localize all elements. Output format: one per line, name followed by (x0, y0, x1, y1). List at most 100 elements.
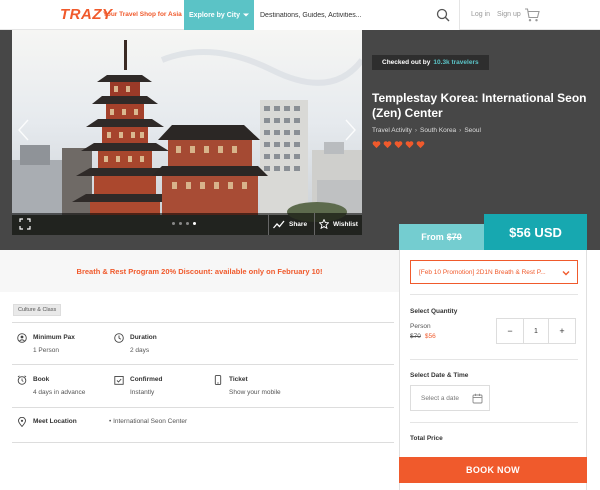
person-new-price: $56 (424, 333, 436, 340)
detail-book: Book 4 days in advance (17, 375, 107, 400)
heart-icon (383, 141, 392, 149)
meet-location-value: • International Seon Center (109, 418, 188, 425)
carousel-prev-arrow-icon[interactable] (16, 118, 32, 142)
divider (410, 294, 578, 295)
temple-photo (12, 40, 362, 235)
from-price-tab: From $70 (399, 224, 484, 250)
divider (12, 442, 394, 443)
carousel-dot[interactable] (186, 222, 189, 225)
quantity-stepper: − 1 + (496, 318, 576, 344)
product-details: Breath & Rest Program 20% Discount: avai… (0, 250, 399, 490)
carousel-dots (172, 222, 196, 225)
heart-icon (394, 141, 403, 149)
category-tag[interactable]: Culture & Class (13, 304, 62, 316)
person-price: $70 $56 (410, 333, 436, 340)
caret-down-icon (242, 13, 249, 17)
date-picker-input[interactable]: Select a date (410, 385, 490, 411)
breadcrumb-category[interactable]: Travel Activity (372, 127, 412, 134)
selected-option: [Feb 10 Promotion] 2D1N Breath & Rest P.… (419, 268, 546, 276)
date-placeholder: Select a date (421, 394, 459, 402)
confirmed-value: Instantly (130, 389, 155, 396)
option-select[interactable]: [Feb 10 Promotion] 2D1N Breath & Rest P.… (410, 260, 578, 284)
quantity-label: Select Quantity (410, 308, 458, 315)
share-label: Share (289, 220, 308, 228)
min-pax-label: Minimum Pax (33, 334, 75, 341)
detail-meet-location: Meet Location • International Seon Cente… (17, 417, 217, 431)
breadcrumb-country[interactable]: South Korea (420, 127, 456, 134)
original-price: $70 (446, 232, 462, 242)
chevron-down-icon (562, 271, 570, 276)
quantity-value[interactable]: 1 (523, 319, 549, 343)
ticket-label: Ticket (229, 376, 248, 383)
mobile-phone-icon (214, 375, 222, 385)
carousel-dot[interactable] (179, 222, 182, 225)
wishlist-label: Wishlist (333, 220, 358, 228)
from-label: From (421, 232, 444, 242)
confirmed-label: Confirmed (130, 376, 163, 383)
top-header: TRAZY Your Travel Shop for Asia Explore … (0, 0, 600, 30)
divider (410, 422, 578, 423)
carousel-next-arrow-icon[interactable] (342, 118, 358, 142)
share-trend-icon (273, 220, 285, 228)
heart-icon (405, 141, 414, 149)
hero-image-carousel[interactable]: Share Wishlist (12, 30, 362, 235)
signup-link[interactable]: Sign up (497, 11, 521, 18)
explore-by-city-button[interactable]: Explore by City (184, 0, 254, 30)
booking-panel: [Feb 10 Promotion] 2D1N Breath & Rest P.… (399, 250, 587, 490)
divider (12, 364, 394, 365)
carousel-dot[interactable] (172, 222, 175, 225)
book-value: 4 days in advance (33, 389, 86, 396)
traveler-count: 10.3k travelers (433, 59, 479, 66)
breadcrumb-city[interactable]: Seoul (464, 127, 481, 134)
share-button[interactable]: Share (268, 213, 314, 235)
promo-banner: Breath & Rest Program 20% Discount: avai… (0, 250, 399, 292)
logo-tagline: Your Travel Shop for Asia (103, 11, 182, 18)
total-price-label: Total Price (410, 435, 443, 442)
carousel-dot-active[interactable] (193, 222, 196, 225)
login-link[interactable]: Log in (471, 11, 490, 18)
breadcrumb-separator-icon: › (414, 127, 418, 134)
wishlist-button[interactable]: Wishlist (314, 213, 362, 235)
date-time-label: Select Date & Time (410, 372, 469, 379)
divider (410, 359, 578, 360)
search-icon[interactable] (436, 8, 450, 22)
location-pin-icon (18, 417, 26, 427)
divider (12, 322, 394, 323)
breadcrumb-separator-icon: › (459, 127, 462, 134)
breadcrumb: Travel Activity › South Korea › Seoul (372, 127, 481, 134)
heart-icon (372, 141, 381, 149)
increase-quantity-button[interactable]: + (549, 319, 575, 343)
calendar-icon (472, 393, 483, 404)
person-label: Person (410, 323, 431, 330)
book-now-button[interactable]: BOOK NOW (399, 457, 587, 483)
ticket-value: Show your mobile (229, 389, 281, 396)
calendar-check-icon (114, 376, 124, 385)
sale-price: $56 USD (484, 214, 587, 250)
duration-value: 2 days (130, 347, 150, 354)
search-bar (254, 0, 460, 30)
book-label: Book (33, 376, 50, 383)
rating-hearts (372, 140, 425, 149)
fullscreen-icon[interactable] (19, 218, 31, 230)
price-tabs: From $70 $56 USD (399, 214, 587, 250)
search-input[interactable] (260, 0, 430, 30)
decrease-quantity-button[interactable]: − (497, 319, 523, 343)
duration-label: Duration (130, 334, 157, 341)
meet-location-label: Meet Location (33, 418, 77, 425)
people-icon (17, 333, 27, 343)
alarm-clock-icon (17, 375, 27, 385)
divider (12, 407, 394, 408)
cart-icon[interactable] (524, 7, 540, 23)
checked-prefix: Checked out by (382, 59, 431, 66)
product-title: Templestay Korea: International Seon (Ze… (372, 91, 587, 120)
person-old-price: $70 (410, 333, 421, 340)
checked-out-badge: Checked out by 10.3k travelers (372, 55, 489, 70)
min-pax-value: 1 Person (33, 347, 60, 354)
star-outline-icon (319, 219, 329, 229)
detail-duration: Duration 2 days (114, 333, 204, 358)
detail-ticket: Ticket Show your mobile (213, 375, 313, 400)
detail-minimum-pax: Minimum Pax 1 Person (17, 333, 107, 358)
detail-confirmed: Confirmed Instantly (114, 375, 204, 400)
explore-label: Explore by City (189, 11, 240, 19)
clock-icon (114, 333, 124, 343)
